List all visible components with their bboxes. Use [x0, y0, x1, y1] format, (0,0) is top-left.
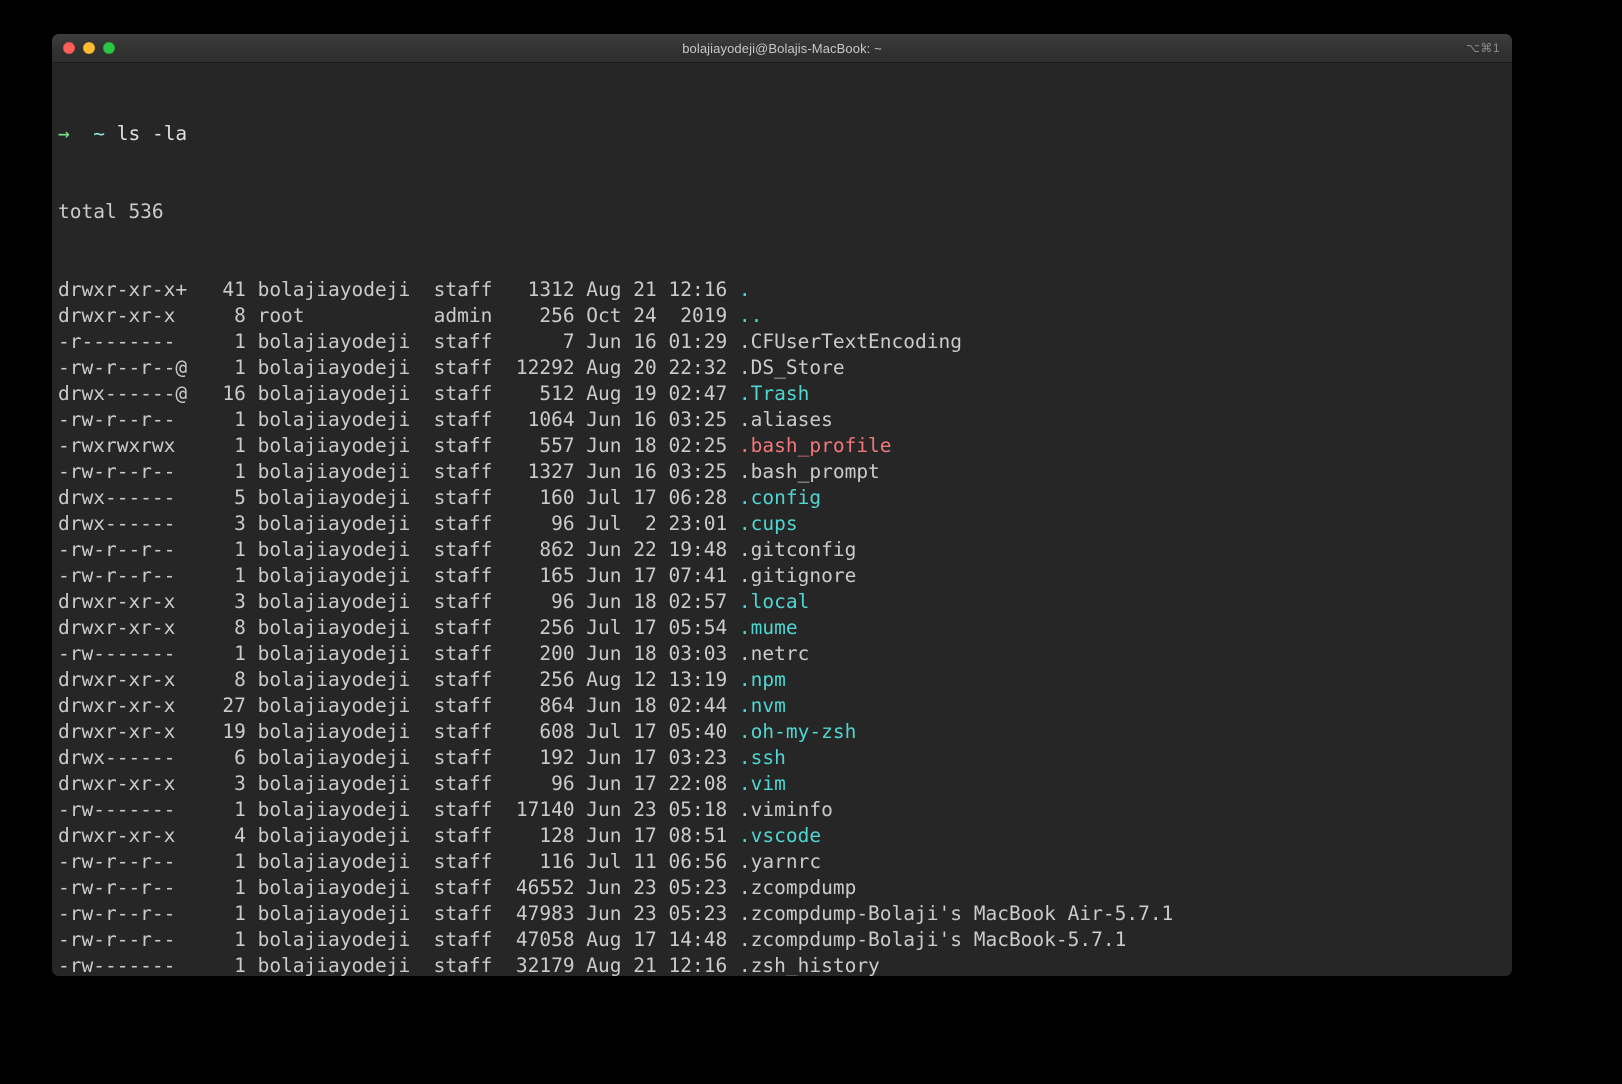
file-row-metadata: drwxr-xr-x 4 bolajiayodeji staff 128 Jun… [58, 824, 739, 847]
file-row-metadata: drwxr-xr-x 3 bolajiayodeji staff 96 Jun … [58, 590, 739, 613]
file-row-metadata: drwxr-xr-x 3 bolajiayodeji staff 96 Jun … [58, 772, 739, 795]
file-name: .DS_Store [739, 356, 845, 379]
file-row: -rw------- 1 bolajiayodeji staff 17140 J… [58, 797, 1512, 823]
minimize-window-button[interactable] [83, 42, 95, 54]
file-row: -rw-r--r-- 1 bolajiayodeji staff 1064 Ju… [58, 407, 1512, 433]
file-row: -rw-r--r-- 1 bolajiayodeji staff 116 Jul… [58, 849, 1512, 875]
file-row-metadata: drwx------@ 16 bolajiayodeji staff 512 A… [58, 382, 739, 405]
file-name: .Trash [739, 382, 809, 405]
file-row: drwxr-xr-x 19 bolajiayodeji staff 608 Ju… [58, 719, 1512, 745]
file-name: . [739, 278, 751, 301]
file-row: drwx------@ 16 bolajiayodeji staff 512 A… [58, 381, 1512, 407]
file-row: drwxr-xr-x 3 bolajiayodeji staff 96 Jun … [58, 589, 1512, 615]
file-name: .bash_prompt [739, 460, 880, 483]
file-row: -rw-r--r-- 1 bolajiayodeji staff 47058 A… [58, 927, 1512, 953]
file-row: drwx------ 5 bolajiayodeji staff 160 Jul… [58, 485, 1512, 511]
prompt-line: → ~ ls -la [58, 121, 1512, 147]
file-row: -rwxrwxrwx 1 bolajiayodeji staff 557 Jun… [58, 433, 1512, 459]
file-name: .nvm [739, 694, 786, 717]
file-name: .aliases [739, 408, 833, 431]
file-row: -rw-r--r-- 1 bolajiayodeji staff 165 Jun… [58, 563, 1512, 589]
file-name: .vim [739, 772, 786, 795]
file-row-metadata: -rw-r--r-- 1 bolajiayodeji staff 1327 Ju… [58, 460, 739, 483]
file-row: drwxr-xr-x 3 bolajiayodeji staff 96 Jun … [58, 771, 1512, 797]
file-row-metadata: -rw-r--r-- 1 bolajiayodeji staff 47983 J… [58, 902, 739, 925]
file-row: drwxr-xr-x 8 bolajiayodeji staff 256 Jul… [58, 615, 1512, 641]
file-name: .zcompdump-Bolaji's MacBook Air-5.7.1 [739, 902, 1173, 925]
file-row: drwx------ 3 bolajiayodeji staff 96 Jul … [58, 511, 1512, 537]
file-row-metadata: drwxr-xr-x+ 41 bolajiayodeji staff 1312 … [58, 278, 739, 301]
file-name: .oh-my-zsh [739, 720, 856, 743]
file-row-metadata: -rw-r--r-- 1 bolajiayodeji staff 47058 A… [58, 928, 739, 951]
file-row: -rw-r--r--@ 1 bolajiayodeji staff 12292 … [58, 355, 1512, 381]
file-name: .ssh [739, 746, 786, 769]
file-row-metadata: drwx------ 3 bolajiayodeji staff 96 Jul … [58, 512, 739, 535]
window-title: bolajiayodeji@Bolajis-MacBook: ~ [52, 41, 1512, 56]
file-row-metadata: -rw-r--r--@ 1 bolajiayodeji staff 12292 … [58, 356, 739, 379]
file-name: .yarnrc [739, 850, 821, 873]
file-row-metadata: drwxr-xr-x 8 bolajiayodeji staff 256 Aug… [58, 668, 739, 691]
file-name: .zsh_history [739, 954, 880, 976]
file-name: .zcompdump [739, 876, 856, 899]
file-name: .bash_profile [739, 434, 892, 457]
file-name: .mume [739, 616, 798, 639]
file-name: .gitignore [739, 564, 856, 587]
file-row-metadata: drwxr-xr-x 27 bolajiayodeji staff 864 Ju… [58, 694, 739, 717]
terminal-output-area[interactable]: → ~ ls -la total 536 drwxr-xr-x+ 41 bola… [52, 63, 1512, 976]
terminal-window[interactable]: bolajiayodeji@Bolajis-MacBook: ~ ⌥⌘1 → ~… [52, 34, 1512, 976]
close-window-button[interactable] [63, 42, 75, 54]
file-row: drwxr-xr-x 27 bolajiayodeji staff 864 Ju… [58, 693, 1512, 719]
file-row-metadata: -rw-r--r-- 1 bolajiayodeji staff 116 Jul… [58, 850, 739, 873]
file-row: -rw-r--r-- 1 bolajiayodeji staff 1327 Ju… [58, 459, 1512, 485]
file-name: .config [739, 486, 821, 509]
zoom-window-button[interactable] [103, 42, 115, 54]
file-row: drwxr-xr-x 8 root admin 256 Oct 24 2019 … [58, 303, 1512, 329]
file-row-metadata: drwxr-xr-x 8 root admin 256 Oct 24 2019 [58, 304, 739, 327]
file-name: .cups [739, 512, 798, 535]
file-row: drwxr-xr-x 8 bolajiayodeji staff 256 Aug… [58, 667, 1512, 693]
file-name: .zcompdump-Bolaji's MacBook-5.7.1 [739, 928, 1126, 951]
file-name: .gitconfig [739, 538, 856, 561]
file-row-metadata: drwx------ 5 bolajiayodeji staff 160 Jul… [58, 486, 739, 509]
file-listing: drwxr-xr-x+ 41 bolajiayodeji staff 1312 … [58, 277, 1512, 976]
file-row-metadata: drwxr-xr-x 8 bolajiayodeji staff 256 Jul… [58, 616, 739, 639]
file-row-metadata: -rw------- 1 bolajiayodeji staff 32179 A… [58, 954, 739, 976]
file-row: -rw------- 1 bolajiayodeji staff 32179 A… [58, 953, 1512, 976]
file-row-metadata: -rwxrwxrwx 1 bolajiayodeji staff 557 Jun… [58, 434, 739, 457]
prompt-arrow-icon: → [58, 122, 70, 145]
file-row: -rw-r--r-- 1 bolajiayodeji staff 862 Jun… [58, 537, 1512, 563]
file-name: .npm [739, 668, 786, 691]
file-row-metadata: -rw-r--r-- 1 bolajiayodeji staff 1064 Ju… [58, 408, 739, 431]
file-name: .local [739, 590, 809, 613]
prompt-spacer-2 [105, 122, 117, 145]
window-shortcut-hint: ⌥⌘1 [1466, 34, 1500, 62]
file-row-metadata: -rw-r--r-- 1 bolajiayodeji staff 862 Jun… [58, 538, 739, 561]
file-name: .. [739, 304, 762, 327]
file-row-metadata: -rw-r--r-- 1 bolajiayodeji staff 165 Jun… [58, 564, 739, 587]
file-row-metadata: -rw------- 1 bolajiayodeji staff 200 Jun… [58, 642, 739, 665]
file-row: -rw-r--r-- 1 bolajiayodeji staff 46552 J… [58, 875, 1512, 901]
file-row-metadata: drwx------ 6 bolajiayodeji staff 192 Jun… [58, 746, 739, 769]
file-row: -rw------- 1 bolajiayodeji staff 200 Jun… [58, 641, 1512, 667]
file-row: drwx------ 6 bolajiayodeji staff 192 Jun… [58, 745, 1512, 771]
file-row: drwxr-xr-x+ 41 bolajiayodeji staff 1312 … [58, 277, 1512, 303]
file-name: .CFUserTextEncoding [739, 330, 962, 353]
file-row-metadata: -r-------- 1 bolajiayodeji staff 7 Jun 1… [58, 330, 739, 353]
total-line: total 536 [58, 199, 1512, 225]
file-name: .viminfo [739, 798, 833, 821]
file-name: .vscode [739, 824, 821, 847]
file-row: drwxr-xr-x 4 bolajiayodeji staff 128 Jun… [58, 823, 1512, 849]
prompt-path: ~ [93, 122, 105, 145]
file-row: -r-------- 1 bolajiayodeji staff 7 Jun 1… [58, 329, 1512, 355]
window-titlebar[interactable]: bolajiayodeji@Bolajis-MacBook: ~ ⌥⌘1 [52, 34, 1512, 63]
prompt-spacer [70, 122, 93, 145]
traffic-light-group [63, 34, 115, 62]
prompt-command: ls -la [117, 122, 187, 145]
file-row-metadata: drwxr-xr-x 19 bolajiayodeji staff 608 Ju… [58, 720, 739, 743]
file-row: -rw-r--r-- 1 bolajiayodeji staff 47983 J… [58, 901, 1512, 927]
file-name: .netrc [739, 642, 809, 665]
file-row-metadata: -rw------- 1 bolajiayodeji staff 17140 J… [58, 798, 739, 821]
file-row-metadata: -rw-r--r-- 1 bolajiayodeji staff 46552 J… [58, 876, 739, 899]
